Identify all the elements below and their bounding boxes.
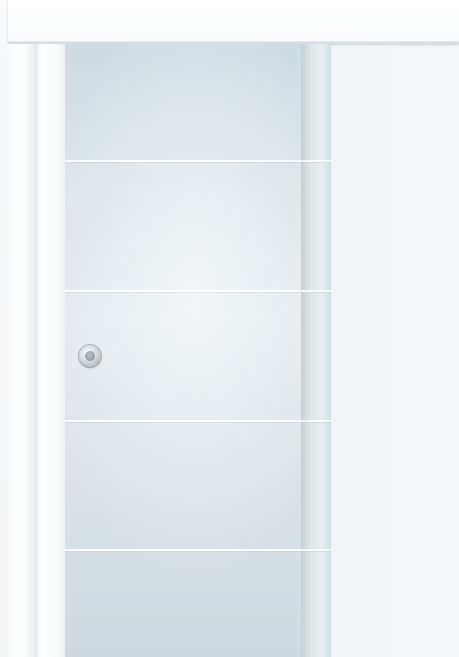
left-door-jamb <box>8 44 35 657</box>
door-scene <box>0 0 459 657</box>
right-wall <box>331 44 459 657</box>
glass-stripe <box>65 420 331 422</box>
glass-stripe <box>65 290 331 292</box>
door-frame-strip <box>41 44 65 657</box>
frosted-glass-panel <box>65 44 301 657</box>
top-header-lintel <box>8 0 459 44</box>
sliding-glass-door[interactable] <box>65 44 331 657</box>
handle-recess <box>85 351 95 361</box>
glass-stripe <box>65 160 331 162</box>
glass-stripe <box>65 549 331 551</box>
door-handle-icon[interactable] <box>79 345 101 367</box>
glass-panel-edge <box>301 44 331 657</box>
